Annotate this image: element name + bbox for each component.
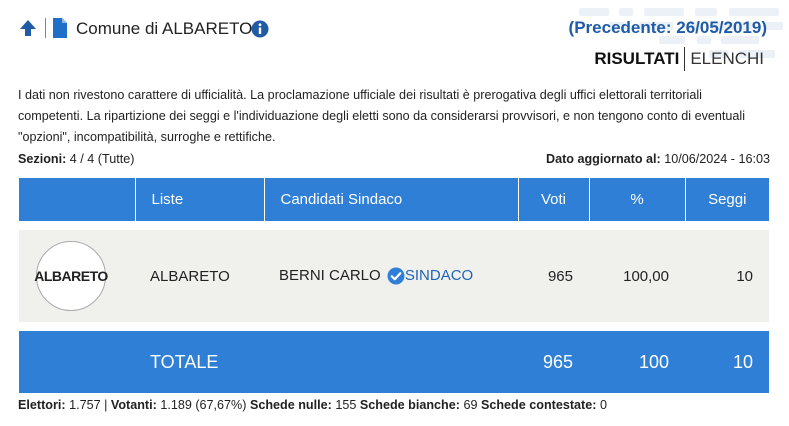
sezioni-label: Sezioni: [18,152,67,166]
nulle-label: Schede nulle: [249,398,332,412]
tab-elenchi[interactable]: ELENCHI [685,49,764,69]
results-table: Liste Candidati Sindaco Voti % Seggi ALB… [19,178,769,393]
elettori-label: Elettori: [18,398,66,412]
candidato-cell: BERNI CARLO SINDACO [264,230,518,322]
header-liste: Liste [135,178,265,221]
updated-value: 10/06/2024 - 16:03 [664,152,770,166]
sindaco-link[interactable]: SINDACO [405,267,473,284]
disclaimer-text: I dati non rivestono carattere di uffici… [18,88,745,144]
elettori-value: 1.757 [69,398,101,412]
footer-stats: Elettori: 1.757 | Votanti: 1.189 (67,67%… [18,398,607,412]
total-blank [19,331,135,393]
document-icon[interactable] [51,17,69,39]
check-badge-icon [387,267,405,285]
table-header-row: Liste Candidati Sindaco Voti % Seggi [19,178,769,221]
voti-value: 965 [518,230,589,322]
tab-risultati[interactable]: RISULTATI [594,49,684,69]
total-seggi: 10 [685,331,769,393]
spacer-row [19,322,769,331]
page-header: Comune di ALBARETO (Precedente: 26/05/20… [18,14,769,44]
updated-info: Dato aggiornato al: 10/06/2024 - 16:03 [546,152,770,166]
updated-label: Dato aggiornato al: [546,152,661,166]
total-row: TOTALE 965 100 10 [19,331,769,393]
view-tabs: RISULTATI ELENCHI [594,47,764,71]
total-voti: 965 [518,331,589,393]
nulle-value: 155 [335,398,357,412]
arrow-up-icon[interactable] [18,18,38,38]
spacer-row [19,221,769,230]
contestate-label: Schede contestate: [480,398,597,412]
candidato-name: BERNI CARLO [279,266,381,284]
seggi-value: 10 [685,230,769,322]
logo-cell: ALBARETO [19,230,135,322]
previous-election-link[interactable]: (Precedente: 26/05/2019) [569,18,767,38]
table-row: ALBARETO ALBARETO BERNI CARLO SINDACO 96… [19,230,769,322]
list-logo: ALBARETO [34,241,108,311]
info-icon[interactable] [251,20,269,38]
page-title: Comune di ALBARETO [76,19,253,38]
total-perc: 100 [589,331,685,393]
header-seggi: Seggi [685,178,769,221]
header-voti: Voti [518,178,590,221]
votanti-value: 1.189 (67,67%) [160,398,247,412]
perc-value: 100,00 [589,230,685,322]
sezioni-value: 4 / 4 (Tutte) [69,152,135,166]
header-logo [19,178,136,221]
bianche-label: Schede bianche: [359,398,460,412]
info-row: Sezioni: 4 / 4 (Tutte) Dato aggiornato a… [18,152,770,166]
total-label: TOTALE [135,331,518,393]
header-separator [45,18,46,38]
lista-name: ALBARETO [135,230,264,322]
header-candidati: Candidati Sindaco [264,178,519,221]
votanti-label: Votanti: [110,398,157,412]
header-perc: % [589,178,686,221]
contestate-value: 0 [599,398,607,412]
bianche-value: 69 [463,398,478,412]
sezioni-info: Sezioni: 4 / 4 (Tutte) [18,152,134,166]
